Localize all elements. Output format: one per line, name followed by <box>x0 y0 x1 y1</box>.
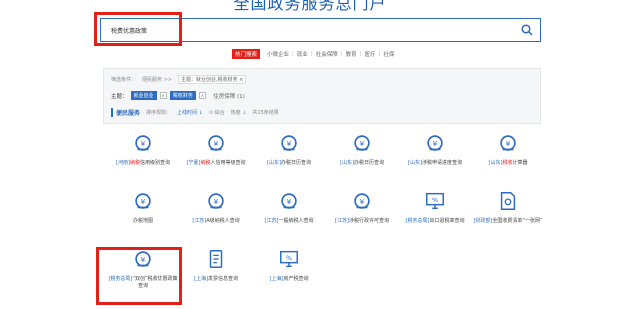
filter-prefix: 筛选条件： <box>111 77 137 83</box>
filter-crumb[interactable]: 便民服务 >> <box>142 76 172 83</box>
service-tile-label: [江苏]A级纳税人查询 <box>192 218 240 224</box>
service-tile-icon <box>181 248 251 270</box>
filter-chip[interactable]: 税收财务 <box>169 91 196 100</box>
filter-breadcrumb: 筛选条件： 便民服务 >> 主题：就业创业,税收财务 × <box>111 75 247 84</box>
service-title: 便民服务 <box>111 108 140 117</box>
service-tile[interactable]: ¥ [山东]办税日历查询 <box>254 132 324 167</box>
service-tile-icon: ¥ <box>473 132 543 154</box>
service-tile-icon: ¥ <box>254 132 324 154</box>
service-tile-icon: ¥ <box>327 132 397 154</box>
service-tile-label: [山东]税收计算器 <box>488 160 528 166</box>
service-tile-icon: % <box>400 190 470 212</box>
service-tile[interactable]: [上海]发票信息查询 <box>181 248 251 283</box>
service-tile[interactable]: ¥ [宁夏]纳税人信用等级查询 <box>181 132 251 167</box>
filter-topic-row: 主题： 就业创业 × 税收财务 × 住房保障 (1) <box>111 91 245 100</box>
sort-hot[interactable]: 热度 ↓ <box>231 109 247 116</box>
filter-option[interactable]: 住房保障 (1) <box>213 92 245 100</box>
service-tile[interactable]: ¥ [山东]涉税申请进度查询 <box>400 132 470 167</box>
service-tile[interactable]: % [上海]房产税查询 <box>254 248 324 283</box>
svg-text:¥: ¥ <box>360 197 365 206</box>
svg-text:¥: ¥ <box>287 139 292 148</box>
svg-text:¥: ¥ <box>360 139 365 148</box>
service-tile-icon: ¥ <box>181 190 251 212</box>
filter-topic-label: 主题： <box>111 93 128 100</box>
search-icon[interactable] <box>518 21 536 39</box>
service-tile-label: [上海]发票信息查询 <box>194 276 238 282</box>
service-tile-icon: ¥ <box>108 248 178 270</box>
service-tile-label: [山东]办税日历查询 <box>340 160 384 166</box>
service-tile[interactable]: ¥ [山东]税收计算器 <box>473 132 543 167</box>
service-tile-icon <box>473 190 543 212</box>
sort-compound[interactable]: ⊙ 综合 <box>209 109 225 116</box>
hot-item[interactable]: 教育 <box>343 50 360 58</box>
hot-search-tag: 热门搜索 <box>232 49 261 59</box>
svg-text:¥: ¥ <box>506 139 511 148</box>
svg-text:%: % <box>286 254 292 262</box>
sort-by-time[interactable]: 上线时间 ↓ <box>177 109 203 116</box>
chip-close-icon[interactable]: × <box>198 92 207 99</box>
service-tile-label: [山东]办税日历查询 <box>267 160 311 166</box>
service-tile-label: [江苏]一般纳税人查询 <box>264 218 314 224</box>
service-tile-icon: ¥ <box>108 190 178 212</box>
filter-chip[interactable]: 就业创业 <box>130 91 157 100</box>
hot-item[interactable]: 医疗 <box>362 50 379 58</box>
service-tile[interactable]: ¥ [山东]办税日历查询 <box>327 132 397 167</box>
hot-item[interactable]: 社保 <box>380 50 397 58</box>
hot-item[interactable]: 小微企业 <box>264 50 292 58</box>
hot-item[interactable]: 就业 <box>294 50 311 58</box>
service-tile-icon: ¥ <box>254 190 324 212</box>
page-title: 全国政务服务总门户 <box>233 0 387 13</box>
svg-text:¥: ¥ <box>141 139 146 148</box>
service-tile-icon: ¥ <box>181 132 251 154</box>
service-tile[interactable]: ¥ [江苏]涉税行政许可查询 <box>327 190 397 225</box>
service-tile-label: [江苏]涉税行政许可查询 <box>335 218 389 224</box>
service-tile-label: [宁夏]纳税人信用等级查询 <box>186 160 246 166</box>
service-tile[interactable]: ¥ [河南]纳税信用级别查询 <box>108 132 178 167</box>
sort-label: 排序规则： <box>146 110 172 116</box>
service-tile-icon: ¥ <box>400 132 470 154</box>
service-tile-label: [税务总局]“双创”税收优惠政策查询 <box>108 276 178 289</box>
svg-text:¥: ¥ <box>433 139 438 148</box>
filter-crumb-active[interactable]: 主题：就业创业,税收财务 × <box>177 75 247 84</box>
svg-text:¥: ¥ <box>141 197 146 206</box>
service-tile[interactable]: ¥ 办税地图 <box>108 190 178 225</box>
svg-text:¥: ¥ <box>214 139 219 148</box>
hot-search-row: 热门搜索 小微企业 | 就业 | 社会保障 | 教育 | 医疗 | 社保 <box>232 49 397 59</box>
chip-close-icon[interactable]: × <box>159 92 167 99</box>
service-tile[interactable]: [财政部]全国收费清单“一张网” <box>473 190 543 225</box>
filter-panel: 筛选条件： 便民服务 >> 主题：就业创业,税收财务 × 主题： 就业创业 × … <box>103 68 541 124</box>
service-tile[interactable]: ¥ [江苏]A级纳税人查询 <box>181 190 251 225</box>
hot-item[interactable]: 社会保障 <box>313 50 341 58</box>
search-bar <box>100 18 541 42</box>
service-tile-icon: % <box>254 248 324 270</box>
service-tile[interactable]: % [税务总局]出口退税率查询 <box>400 190 470 225</box>
svg-text:¥: ¥ <box>214 197 219 206</box>
service-tile-label: 办税地图 <box>132 218 153 224</box>
service-bar: 便民服务 排序规则： 上线时间 ↓ ⊙ 综合 热度 ↓ 共15条结果 <box>111 108 279 117</box>
service-tile-label: [税务总局]出口退税率查询 <box>405 218 465 224</box>
svg-text:%: % <box>432 196 438 204</box>
service-tile-label: [财政部]全国收费清单“一张网” <box>473 218 543 224</box>
service-tile[interactable]: ¥ [税务总局]“双创”税收优惠政策查询 <box>108 248 178 290</box>
service-tile-icon: ¥ <box>327 190 397 212</box>
service-tile-icon: ¥ <box>108 132 178 154</box>
svg-text:¥: ¥ <box>287 197 292 206</box>
search-input[interactable] <box>101 26 518 34</box>
service-tile[interactable]: ¥ [江苏]一般纳税人查询 <box>254 190 324 225</box>
result-count: 共15条结果 <box>252 110 279 116</box>
service-tile-label: [山东]涉税申请进度查询 <box>408 160 462 166</box>
svg-text:¥: ¥ <box>141 255 146 264</box>
service-tile-label: [上海]房产税查询 <box>269 276 309 282</box>
service-tile-label: [河南]纳税信用级别查询 <box>116 160 170 166</box>
